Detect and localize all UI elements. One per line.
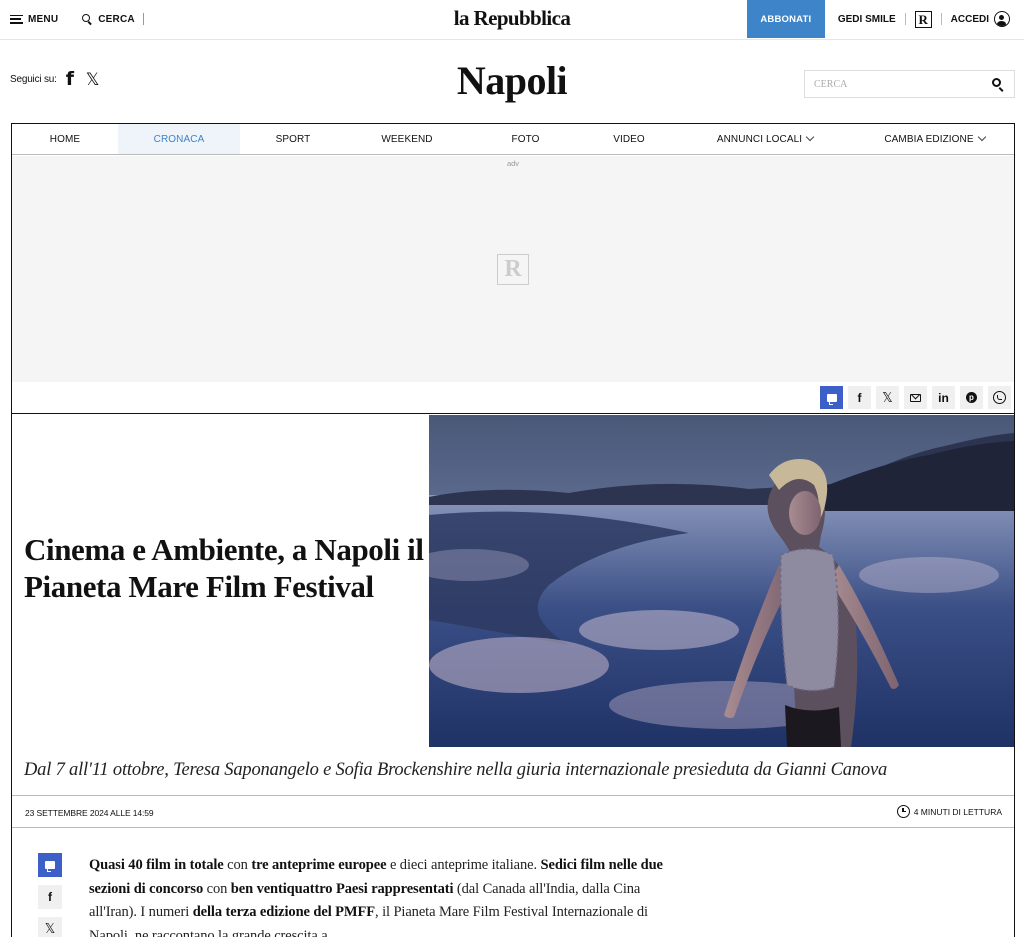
- divider: [940, 13, 942, 25]
- facebook-icon: f: [48, 890, 52, 904]
- nav-item-sport[interactable]: SPORT: [240, 124, 346, 154]
- reading-time: 4 MINUTI DI LETTURA: [896, 805, 1002, 818]
- pinterest-icon: p: [966, 392, 977, 403]
- comment-button[interactable]: [38, 853, 62, 877]
- top-bar-right: ABBONATI GEDI SMILE R ACCEDI: [746, 0, 1010, 38]
- facebook-icon: f: [857, 390, 862, 405]
- nav-label: SPORT: [275, 133, 311, 145]
- article-meta: 23 SETTEMBRE 2024 ALLE 14:59 4 MINUTI DI…: [12, 795, 1014, 828]
- nav-item-foto[interactable]: FOTO: [468, 124, 583, 154]
- search-icon: [82, 13, 93, 25]
- body-text-bold: tre anteprime europee: [251, 857, 387, 873]
- share-icons: f 𝕏 in p: [820, 386, 1011, 409]
- whatsapp-icon: [993, 391, 1006, 404]
- facebook-share-button[interactable]: f: [38, 885, 62, 909]
- login-button[interactable]: ACCEDI: [951, 11, 1010, 27]
- nav-label: HOME: [49, 133, 81, 145]
- article-hero: Cinema e Ambiente, a Napoli il Pianeta M…: [12, 415, 1014, 747]
- comment-button[interactable]: [820, 386, 843, 409]
- nav-label: ANNUNCI LOCALI: [716, 133, 803, 145]
- x-icon: 𝕏: [882, 389, 893, 405]
- x-icon[interactable]: 𝕏: [86, 71, 100, 88]
- search-icon[interactable]: [992, 77, 1005, 91]
- site-logo[interactable]: la Repubblica: [454, 6, 571, 30]
- nav-item-weekend[interactable]: WEEKEND: [346, 124, 468, 154]
- email-share-button[interactable]: [904, 386, 927, 409]
- nav-label: WEEKEND: [381, 133, 433, 145]
- share-bar: f 𝕏 in p: [12, 383, 1014, 414]
- article-body: Quasi 40 film in totale con tre anteprim…: [89, 854, 679, 937]
- top-bar-left: MENU CERCA: [10, 0, 144, 38]
- x-share-button[interactable]: 𝕏: [38, 917, 62, 937]
- divider: [142, 13, 144, 25]
- article-headline: Cinema e Ambiente, a Napoli il Pianeta M…: [24, 532, 424, 604]
- chevron-down-icon: [805, 132, 815, 142]
- search-box: [804, 70, 1015, 98]
- follow-label: Seguici su:: [10, 74, 57, 85]
- adv-label: adv: [506, 159, 520, 168]
- facebook-icon[interactable]: f: [66, 70, 74, 89]
- hero-photo[interactable]: [429, 415, 1014, 747]
- body-text-bold: della terza edizione del PMFF: [192, 904, 376, 920]
- subscribe-button[interactable]: ABBONATI: [746, 0, 825, 38]
- nav-item-cronaca[interactable]: CRONACA: [118, 124, 240, 154]
- menu-button[interactable]: MENU: [10, 14, 58, 25]
- repubblica-placeholder-logo: R: [497, 254, 529, 285]
- advertisement: adv R: [12, 156, 1014, 382]
- linkedin-icon: in: [938, 390, 949, 405]
- nav-item-cambia-edizione[interactable]: CAMBIA EDIZIONE: [855, 124, 1014, 154]
- search-label: CERCA: [98, 13, 135, 25]
- nav-item-home[interactable]: HOME: [12, 124, 118, 154]
- reading-time-label: 4 MINUTI DI LETTURA: [913, 806, 1002, 817]
- body-text: con: [203, 880, 231, 897]
- top-bar: MENU CERCA la Repubblica ABBONATI GEDI S…: [0, 0, 1024, 40]
- linkedin-share-button[interactable]: in: [932, 386, 955, 409]
- body-text-bold: Quasi 40 film in totale: [89, 857, 224, 873]
- comment-icon: [826, 393, 837, 405]
- email-icon: [910, 393, 921, 402]
- chevron-down-icon: [977, 132, 986, 142]
- hero-photo-image: [429, 415, 1014, 747]
- nav-item-annunci-locali[interactable]: ANNUNCI LOCALI: [675, 124, 855, 154]
- section-nav: HOME CRONACA SPORT WEEKEND FOTO VIDEO AN…: [12, 124, 1014, 155]
- side-share-bar: f 𝕏: [38, 853, 62, 937]
- facebook-share-button[interactable]: f: [848, 386, 871, 409]
- divider: [904, 13, 906, 25]
- x-icon: 𝕏: [44, 921, 56, 936]
- body-text: con: [223, 857, 252, 873]
- body-text-bold: ben ventiquattro Paesi rappresentati: [230, 880, 454, 897]
- pinterest-share-button[interactable]: p: [960, 386, 983, 409]
- x-share-button[interactable]: 𝕏: [876, 386, 899, 409]
- nav-item-video[interactable]: VIDEO: [583, 124, 675, 154]
- gedi-smile-link[interactable]: GEDI SMILE: [838, 14, 896, 25]
- nav-label: CAMBIA EDIZIONE: [884, 133, 974, 145]
- search-input[interactable]: [814, 78, 974, 90]
- clock-icon: [896, 805, 910, 818]
- search-button[interactable]: CERCA: [82, 13, 135, 25]
- login-label: ACCEDI: [950, 13, 989, 25]
- comment-icon: [45, 861, 55, 872]
- body-text: e dieci anteprime italiane.: [386, 857, 541, 873]
- repubblica-r-icon[interactable]: R: [914, 10, 932, 28]
- menu-label: MENU: [28, 13, 59, 25]
- article-subtitle: Dal 7 all'11 ottobre, Teresa Saponangelo…: [24, 760, 888, 780]
- hamburger-icon: [10, 14, 23, 24]
- user-icon: [994, 11, 1010, 27]
- nav-label: FOTO: [511, 133, 540, 145]
- nav-label: CRONACA: [153, 133, 205, 145]
- follow-us: Seguici su: f 𝕏: [10, 70, 99, 89]
- whatsapp-share-button[interactable]: [988, 386, 1011, 409]
- nav-label: VIDEO: [613, 133, 645, 145]
- publish-date: 23 SETTEMBRE 2024 ALLE 14:59: [25, 808, 154, 818]
